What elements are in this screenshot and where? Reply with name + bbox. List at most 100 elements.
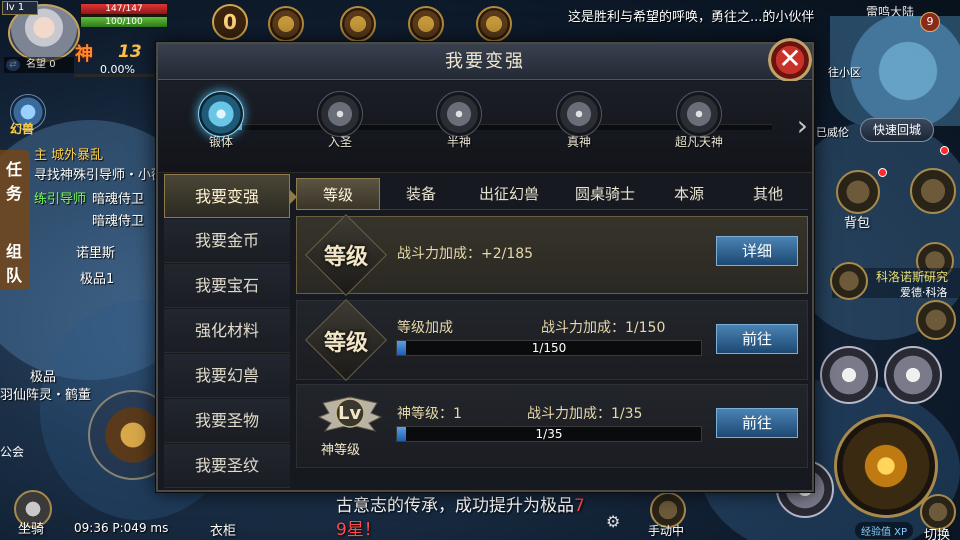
quest-item[interactable]: 诺里斯: [76, 242, 115, 261]
stage-emblem-icon: [436, 91, 482, 137]
dialog-title: 我要变强: [445, 51, 525, 72]
chevron-right-icon[interactable]: ›: [797, 109, 808, 142]
sidebar-item-get-gems[interactable]: 我要宝石: [164, 264, 290, 308]
stage-true-god[interactable]: 真神: [544, 91, 614, 163]
sidebar-item-get-stronger[interactable]: 我要变强: [164, 174, 297, 218]
weapon-skill-icon[interactable]: [916, 300, 956, 340]
time-ping-status: 09:36 P:049 ms: [74, 521, 169, 535]
tab-origin[interactable]: 本源: [652, 178, 726, 210]
category-sidebar: 我要变强 我要金币 我要宝石 强化材料 我要幻兽 我要圣物 我要圣纹: [164, 174, 297, 490]
tab-other[interactable]: 其他: [728, 178, 808, 210]
guild-label[interactable]: 公会: [0, 443, 24, 460]
bag-notification-dot: [878, 168, 887, 177]
goto-button-level[interactable]: 前往: [716, 324, 798, 354]
god-level-progress-text: 1/35: [535, 427, 563, 441]
god-label: 神: [75, 44, 93, 65]
tab-battle-beasts[interactable]: 出征幻兽: [462, 178, 556, 210]
bag-label: 背包: [844, 216, 871, 231]
manual-mode-label: 手动中: [648, 524, 685, 538]
quest-item[interactable]: 极品1: [80, 268, 114, 287]
ticker-text: 古意志的传承，成功提升为极品: [336, 496, 574, 516]
god-level-caption: 神等级: [321, 443, 361, 458]
stage-emblem-icon: [556, 91, 602, 137]
stage-transcendent-god[interactable]: 超凡天神: [664, 91, 734, 163]
stage-label: 真神: [566, 135, 591, 149]
row-emblem-label: 等级: [323, 245, 368, 270]
stage-forging-body[interactable]: 锻体: [186, 91, 256, 163]
compass-icon[interactable]: [910, 168, 956, 214]
row-emblem-label: 等级: [323, 331, 368, 356]
god-level-progress-bar: 1/35: [396, 426, 702, 442]
skill-button-1[interactable]: [820, 346, 878, 404]
stage-enter-saint[interactable]: 入圣: [305, 91, 375, 163]
player-status-panel: lv 1 147/147 100/100 神 13 ⇄ 名望 0 0.00%: [0, 0, 168, 78]
skill-button-2[interactable]: [884, 346, 942, 404]
quest-item[interactable]: 寻找神殊引导师・小薇: [34, 164, 164, 183]
quest-item[interactable]: 羽仙阵灵・鹤董: [0, 384, 91, 403]
hp-bar: 147/147: [80, 3, 168, 15]
event-icon[interactable]: [340, 6, 376, 42]
notification-dot: [940, 146, 949, 155]
stage-emblem-icon: [317, 91, 363, 137]
stage-emblem-icon: [198, 91, 244, 137]
level-power-bonus: 战斗力加成：1/150: [541, 320, 666, 336]
prestige-display: 名望 0: [4, 57, 74, 73]
system-ticker: 古意志的传承，成功提升为极品7 9星！: [336, 494, 606, 540]
bag-button[interactable]: [836, 170, 880, 214]
sidebar-item-get-gold[interactable]: 我要金币: [164, 219, 290, 263]
close-button[interactable]: ✕: [768, 38, 812, 82]
minimap-location-label-2: 已威伦: [816, 126, 849, 139]
tab-level[interactable]: 等级: [296, 178, 380, 210]
ticker-highlight: 7: [574, 496, 585, 516]
god-level-label: 神等级：1: [397, 406, 462, 422]
sidebar-item-enhance-materials[interactable]: 强化材料: [164, 309, 290, 353]
world-announcement: 这是胜利与希望的呼唤，勇往之...的小伙伴: [568, 10, 815, 25]
ticker-highlight-2: 9星！: [336, 520, 381, 540]
stage-label: 超凡天神: [674, 135, 723, 149]
stage-label: 入圣: [327, 135, 352, 149]
map-notification-badge[interactable]: 9: [920, 12, 940, 32]
mount-label: 坐骑: [18, 522, 45, 537]
get-stronger-dialog: 我要变强 ✕ 锻体 入圣 半神 真神 超凡天神 › 我要变强 我要金币 我要宝石: [156, 38, 814, 492]
exp-indicator: 经验值 XP: [855, 522, 914, 539]
stage-demigod[interactable]: 半神: [424, 91, 494, 163]
activity-icon[interactable]: [268, 6, 304, 42]
goto-button-god-level[interactable]: 前往: [716, 408, 798, 438]
exp-bar: [74, 74, 164, 77]
tab-equipment[interactable]: 装备: [384, 178, 458, 210]
sidebar-item-get-relics[interactable]: 我要圣物: [164, 399, 290, 443]
wardrobe-label[interactable]: 衣柜: [210, 520, 236, 539]
details-button[interactable]: 详细: [716, 236, 798, 266]
level-progress-bar: 1/150: [396, 340, 702, 356]
stage-label: 半神: [446, 135, 471, 149]
god-level-power-bonus: 战斗力加成：1/35: [527, 406, 643, 422]
reward-icon[interactable]: [408, 6, 444, 42]
phantom-beast-label: 幻兽: [10, 122, 35, 136]
quest-item[interactable]: 暗魂侍卫: [92, 188, 144, 207]
shop-icon[interactable]: [476, 6, 512, 42]
stage-progress-track: 锻体 入圣 半神 真神 超凡天神 ›: [158, 81, 812, 173]
player-level: lv 1: [2, 1, 38, 15]
npc-portrait[interactable]: [830, 262, 868, 300]
quest-item[interactable]: 极品: [30, 366, 56, 385]
sub-tab-bar: 等级 装备 出征幻兽 圆桌骑士 本源 其他: [296, 178, 808, 210]
quest-item[interactable]: 主 城外暴乱: [34, 144, 103, 163]
quest-item[interactable]: 暗魂侍卫: [92, 210, 144, 229]
side-tab-char-1: 任: [6, 160, 23, 179]
tab-round-table-knights[interactable]: 圆桌骑士: [558, 178, 652, 210]
event-counter-badge[interactable]: 0: [212, 4, 248, 40]
god-power-value: 13: [118, 42, 142, 62]
stage-label: 锻体: [208, 135, 233, 149]
sidebar-item-get-beasts[interactable]: 我要幻兽: [164, 354, 290, 398]
npc-subtitle: 爱德·科洛: [900, 286, 948, 299]
level-bonus-label: 等级加成: [397, 320, 453, 336]
quest-team-sidetab[interactable]: 任 务 组 队: [0, 150, 30, 290]
quest-item[interactable]: 练引导师: [34, 188, 86, 207]
sidebar-item-get-runes[interactable]: 我要圣纹: [164, 444, 290, 488]
level-progress-text: 1/150: [531, 341, 567, 355]
power-bonus-text: 战斗力加成：+2/185: [397, 246, 534, 262]
quick-return-button[interactable]: 快速回城: [860, 118, 934, 142]
minimap-location-label: 往小区: [828, 66, 861, 79]
side-tab-char-3: 组: [6, 242, 23, 261]
settings-gear-icon[interactable]: ⚙: [606, 512, 620, 531]
